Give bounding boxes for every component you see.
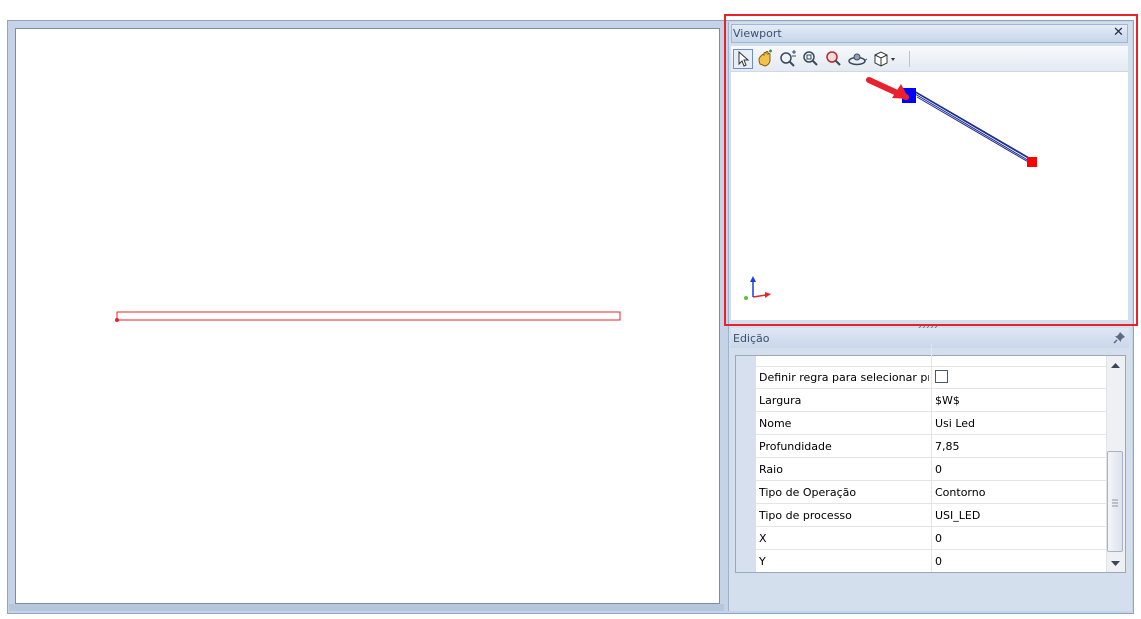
property-value[interactable]: USI_LED xyxy=(935,509,980,522)
property-row-nome[interactable]: Nome Usi Led xyxy=(756,412,1106,435)
property-name: Profundidade xyxy=(759,440,832,453)
property-row-tipo-processo[interactable]: Tipo de processo USI_LED xyxy=(756,504,1106,527)
property-row-profundidade[interactable]: Profundidade 7,85 xyxy=(756,435,1106,458)
property-value[interactable]: 7,85 xyxy=(935,440,960,453)
scroll-up-icon[interactable] xyxy=(1106,357,1125,374)
property-name: Tipo de Operação xyxy=(759,486,857,499)
property-row-definir-regra[interactable]: Definir regra para selecionar pro... xyxy=(756,366,1106,389)
drawing-canvas[interactable] xyxy=(15,28,720,604)
property-name: Largura xyxy=(759,394,802,407)
start-point-marker[interactable] xyxy=(115,318,119,322)
property-name: Definir regra para selecionar pro... xyxy=(759,371,929,384)
pin-icon[interactable] xyxy=(1113,331,1126,344)
cell-separator xyxy=(931,481,932,503)
cell-separator xyxy=(931,412,932,434)
cell-separator xyxy=(931,458,932,480)
cell-separator xyxy=(931,389,932,411)
cell-separator xyxy=(931,504,932,526)
drawing-svg xyxy=(115,311,621,322)
cell-separator xyxy=(931,527,932,549)
definir-regra-checkbox[interactable] xyxy=(935,370,948,383)
property-value[interactable]: 0 xyxy=(935,555,942,568)
property-row-y[interactable]: Y 0 xyxy=(756,550,1106,573)
property-grid-gutter xyxy=(736,356,756,572)
cell-separator xyxy=(931,435,932,457)
scroll-down-icon[interactable] xyxy=(1106,555,1125,572)
property-value[interactable]: Contorno xyxy=(935,486,985,499)
property-name: Raio xyxy=(759,463,783,476)
cell-separator xyxy=(931,550,932,572)
property-name: Tipo de processo xyxy=(759,509,852,522)
property-row-partial xyxy=(756,344,1106,367)
property-value[interactable]: Usi Led xyxy=(935,417,975,430)
status-strip xyxy=(9,604,724,611)
scrollbar-thumb[interactable] xyxy=(1107,451,1123,552)
led-groove-outline[interactable] xyxy=(116,311,621,321)
property-row-largura[interactable]: Largura $W$ xyxy=(756,389,1106,412)
property-name: Y xyxy=(759,555,766,568)
highlight-box xyxy=(724,14,1138,326)
property-row-raio[interactable]: Raio 0 xyxy=(756,458,1106,481)
property-value[interactable]: 0 xyxy=(935,532,942,545)
property-row-tipo-operacao[interactable]: Tipo de Operação Contorno xyxy=(756,481,1106,504)
property-value[interactable]: $W$ xyxy=(935,394,960,407)
property-value[interactable]: 0 xyxy=(935,463,942,476)
property-name: Nome xyxy=(759,417,792,430)
cell-separator xyxy=(931,366,932,388)
cell-separator xyxy=(931,344,932,366)
property-row-x[interactable]: X 0 xyxy=(756,527,1106,550)
property-name: X xyxy=(759,532,767,545)
